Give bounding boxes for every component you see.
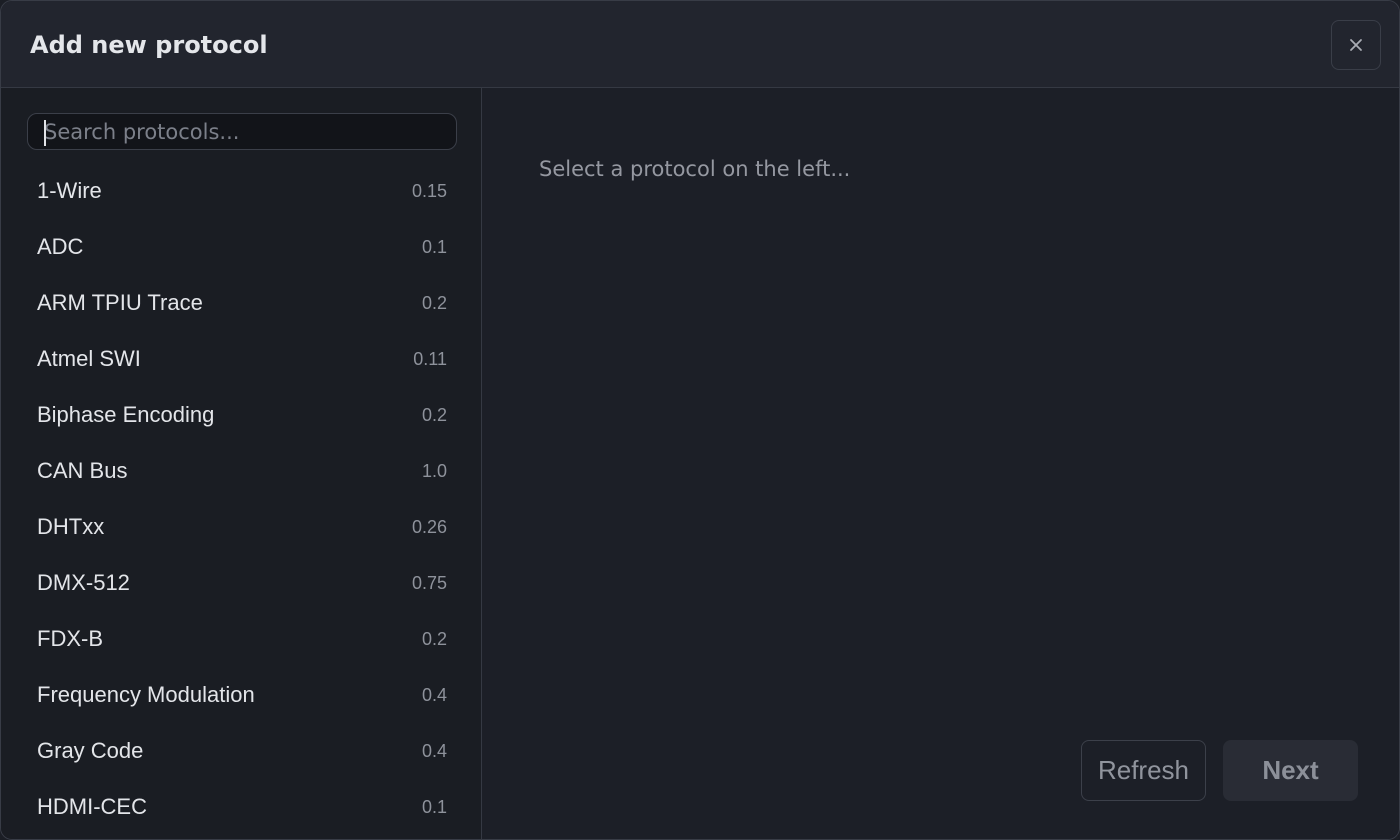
protocol-detail-panel: Select a protocol on the left... Refresh… (482, 88, 1399, 839)
protocol-list-item[interactable]: Frequency Modulation 0.4 (1, 667, 481, 723)
protocol-list-item[interactable]: CAN Bus 1.0 (1, 443, 481, 499)
protocol-list-item[interactable]: FDX-B 0.2 (1, 611, 481, 667)
protocol-name: ARM TPIU Trace (37, 290, 203, 315)
next-button[interactable]: Next (1223, 740, 1358, 801)
protocol-list-item[interactable]: DHTxx 0.26 (1, 499, 481, 555)
protocol-version: 0.1 (421, 237, 447, 257)
protocol-version: 0.4 (421, 685, 447, 705)
protocol-version: 0.2 (421, 293, 447, 313)
protocol-list-item[interactable]: 1-Wire 0.15 (1, 163, 481, 219)
protocol-list-panel: 1-Wire 0.15 ADC 0.1 ARM TPIU Trace 0.2 Atmel S… (1, 88, 482, 839)
protocol-version: 0.1 (421, 797, 447, 817)
protocol-version: 0.15 (411, 181, 447, 201)
text-cursor (44, 120, 46, 146)
protocol-version: 0.26 (411, 517, 447, 537)
protocol-list-item[interactable]: ADC 0.1 (1, 219, 481, 275)
protocol-list: 1-Wire 0.15 ADC 0.1 ARM TPIU Trace 0.2 Atmel S… (1, 163, 481, 835)
protocol-name: Gray Code (37, 738, 144, 763)
protocol-name: DHTxx (37, 514, 105, 539)
refresh-button[interactable]: Refresh (1081, 740, 1206, 801)
protocol-name: Frequency Modulation (37, 682, 255, 707)
protocol-list-item[interactable]: Atmel SWI 0.11 (1, 331, 481, 387)
search-box (27, 113, 457, 150)
protocol-list-item[interactable]: ARM TPIU Trace 0.2 (1, 275, 481, 331)
protocol-version: 0.11 (413, 349, 447, 369)
protocol-name: HDMI-CEC (37, 794, 147, 819)
protocol-list-item[interactable]: Biphase Encoding 0.2 (1, 387, 481, 443)
close-button[interactable] (1331, 20, 1381, 70)
protocol-version: 0.4 (421, 741, 447, 761)
protocol-name: Biphase Encoding (37, 402, 215, 427)
dialog-header: Add new protocol (1, 1, 1399, 88)
protocol-name: FDX-B (37, 626, 103, 651)
protocol-version: 0.2 (421, 405, 447, 425)
protocol-name: Atmel SWI (37, 346, 141, 371)
protocol-list-item[interactable]: DMX-512 0.75 (1, 555, 481, 611)
detail-placeholder: Select a protocol on the left... (539, 157, 851, 181)
search-input[interactable] (28, 114, 456, 149)
close-icon (1350, 39, 1362, 51)
protocol-name: ADC (37, 234, 84, 259)
protocol-list-item[interactable]: HDMI-CEC 0.1 (1, 779, 481, 835)
protocol-version: 0.2 (421, 629, 447, 649)
add-protocol-dialog: Add new protocol 1-Wire 0.15 ADC 0.1 ARM TPI… (0, 0, 1400, 840)
dialog-title: Add new protocol (30, 31, 268, 59)
protocol-name: 1-Wire (37, 178, 102, 203)
protocol-name: DMX-512 (37, 570, 130, 595)
protocol-version: 0.75 (411, 573, 447, 593)
protocol-version: 1.0 (421, 461, 447, 481)
protocol-name: CAN Bus (37, 458, 128, 483)
protocol-list-item[interactable]: Gray Code 0.4 (1, 723, 481, 779)
